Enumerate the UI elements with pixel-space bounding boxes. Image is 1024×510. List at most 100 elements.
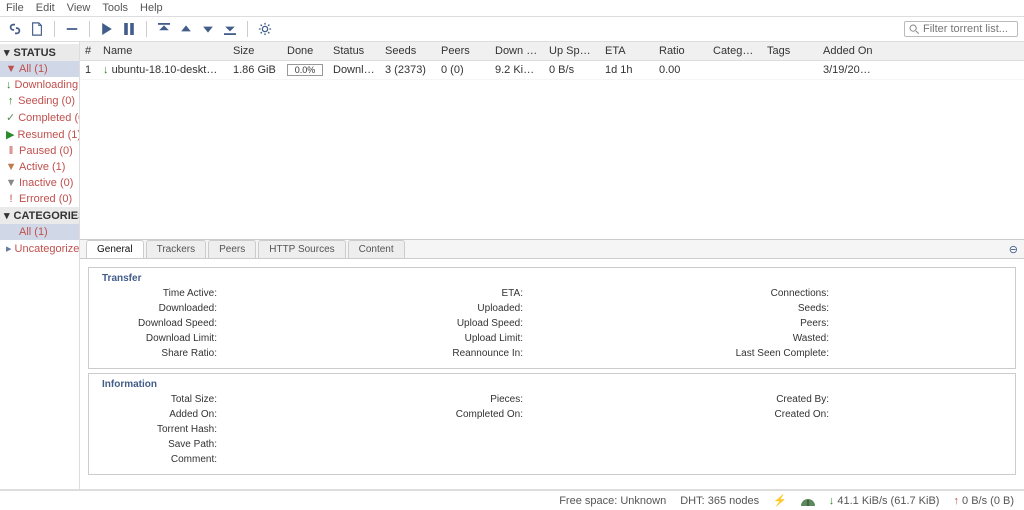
col-header-category[interactable]: Category xyxy=(708,42,762,60)
menu-file[interactable]: File xyxy=(6,2,24,14)
toolbar xyxy=(0,17,1024,42)
col-header-seeds[interactable]: Seeds xyxy=(380,42,436,60)
status-filter-label: Resumed (1) xyxy=(17,129,80,141)
statusbar: Free space: Unknown DHT: 365 nodes ⚡ ↓ 4… xyxy=(0,490,1024,510)
sidebar-status-item[interactable]: !Errored (0) xyxy=(0,191,79,207)
preferences-button[interactable] xyxy=(256,20,274,38)
cell-name: ↓ ubuntu-18.10-desktop-amd64.iso xyxy=(98,61,228,79)
sidebar-status-item[interactable]: ▼All (1) xyxy=(0,61,79,77)
val-total-size xyxy=(225,394,395,406)
val-ul-limit xyxy=(531,333,701,345)
sidebar-header-categories[interactable]: ▾CATEGORIES xyxy=(0,207,79,224)
sidebar-header-status[interactable]: ▾STATUS xyxy=(0,44,79,61)
label-created-on: Created On: xyxy=(709,409,829,421)
menu-help[interactable]: Help xyxy=(140,2,163,14)
cell-seeds: 3 (2373) xyxy=(380,61,436,79)
resume-button[interactable] xyxy=(98,20,116,38)
col-header-added[interactable]: Added On xyxy=(818,42,880,60)
sidebar-status-item[interactable]: ✓Completed (0) xyxy=(0,109,79,126)
status-filter-icon: ↓ xyxy=(6,79,12,91)
val-save-path xyxy=(225,439,1007,451)
status-filter-label: Seeding (0) xyxy=(18,95,75,107)
search-input[interactable] xyxy=(923,23,1013,35)
add-torrent-file-button[interactable] xyxy=(28,20,46,38)
sidebar-category-item[interactable]: All (1) xyxy=(0,224,79,240)
label-seeds: Seeds: xyxy=(709,303,829,315)
col-header-index[interactable]: # xyxy=(80,42,98,60)
separator xyxy=(247,21,248,37)
status-filter-icon: ! xyxy=(6,193,16,205)
col-header-eta[interactable]: ETA xyxy=(600,42,654,60)
details-tabs: General Trackers Peers HTTP Sources Cont… xyxy=(80,240,1024,259)
sidebar-status-item[interactable]: ‖Paused (0) xyxy=(0,143,79,159)
col-header-size[interactable]: Size xyxy=(228,42,282,60)
status-filter-icon: ✓ xyxy=(6,111,15,124)
menu-view[interactable]: View xyxy=(67,2,91,14)
val-dl-speed xyxy=(225,318,395,330)
sidebar-status-item[interactable]: ▶Resumed (1) xyxy=(0,126,79,143)
transfer-fieldset: Transfer Time Active: ETA: Connections: … xyxy=(88,267,1016,369)
sidebar-category-item[interactable]: ▸Uncategorized (1) xyxy=(0,240,79,257)
move-down-button[interactable] xyxy=(199,20,217,38)
status-upload[interactable]: ↑ 0 B/s (0 B) xyxy=(953,495,1014,507)
tab-peers[interactable]: Peers xyxy=(208,240,256,258)
val-eta xyxy=(531,288,701,300)
status-download[interactable]: ↓ 41.1 KiB/s (61.7 KiB) xyxy=(829,495,940,507)
cell-added: 3/19/2019, 10... xyxy=(818,61,880,79)
label-uploaded: Uploaded: xyxy=(403,303,523,315)
col-header-downspeed[interactable]: Down Speed xyxy=(490,42,544,60)
connection-status-icon[interactable]: ⚡ xyxy=(773,494,787,507)
label-ul-speed: Upload Speed: xyxy=(403,318,523,330)
col-header-status[interactable]: Status xyxy=(328,42,380,60)
move-up-button[interactable] xyxy=(177,20,195,38)
label-connections: Connections: xyxy=(709,288,829,300)
tab-content[interactable]: Content xyxy=(348,240,405,258)
pause-button[interactable] xyxy=(120,20,138,38)
speed-limits-icon[interactable] xyxy=(801,496,815,506)
col-header-peers[interactable]: Peers xyxy=(436,42,490,60)
collapse-details-button[interactable]: ⊖ xyxy=(1003,243,1024,256)
label-last-seen: Last Seen Complete: xyxy=(709,348,829,360)
tab-general[interactable]: General xyxy=(86,240,144,258)
val-peers xyxy=(837,318,1007,330)
move-top-button[interactable] xyxy=(155,20,173,38)
val-reannounce xyxy=(531,348,701,360)
torrent-row[interactable]: 1 ↓ ubuntu-18.10-desktop-amd64.iso 1.86 … xyxy=(80,61,1024,80)
col-header-ratio[interactable]: Ratio xyxy=(654,42,708,60)
menu-edit[interactable]: Edit xyxy=(36,2,55,14)
information-legend: Information xyxy=(99,379,160,390)
sidebar-status-item[interactable]: ▼Active (1) xyxy=(0,159,79,175)
col-header-done[interactable]: Done xyxy=(282,42,328,60)
tab-trackers[interactable]: Trackers xyxy=(146,240,207,258)
col-header-upspeed[interactable]: Up Speed xyxy=(544,42,600,60)
label-share-ratio: Share Ratio: xyxy=(97,348,217,360)
sidebar-status-item[interactable]: ↑Seeding (0) xyxy=(0,93,79,109)
delete-button[interactable] xyxy=(63,20,81,38)
status-filter-label: Completed (0) xyxy=(18,112,80,124)
separator xyxy=(146,21,147,37)
torrent-grid-body: 1 ↓ ubuntu-18.10-desktop-amd64.iso 1.86 … xyxy=(80,61,1024,239)
col-header-name[interactable]: Name xyxy=(98,42,228,60)
label-eta: ETA: xyxy=(403,288,523,300)
status-filter-icon: ▶ xyxy=(6,128,14,141)
menu-tools[interactable]: Tools xyxy=(102,2,128,14)
add-torrent-link-button[interactable] xyxy=(6,20,24,38)
cell-eta: 1d 1h xyxy=(600,61,654,79)
status-filter-icon: ↑ xyxy=(6,95,15,107)
separator xyxy=(89,21,90,37)
cell-size: 1.86 GiB xyxy=(228,61,282,79)
sidebar-status-item[interactable]: ↓Downloading (1) xyxy=(0,77,79,93)
col-header-tags[interactable]: Tags xyxy=(762,42,818,60)
status-filter-label: Active (1) xyxy=(19,161,65,173)
torrent-grid-header: # Name Size Done Status Seeds Peers Down… xyxy=(80,42,1024,61)
information-fieldset: Information Total Size: Pieces: Created … xyxy=(88,373,1016,475)
cell-upspeed: 0 B/s xyxy=(544,61,600,79)
category-icon: ▸ xyxy=(6,242,12,255)
val-time-active xyxy=(225,288,395,300)
status-filter-icon: ▼ xyxy=(6,63,16,75)
search-box[interactable] xyxy=(904,21,1018,37)
val-downloaded xyxy=(225,303,395,315)
tab-http-sources[interactable]: HTTP Sources xyxy=(258,240,345,258)
move-bottom-button[interactable] xyxy=(221,20,239,38)
sidebar-status-item[interactable]: ▼Inactive (0) xyxy=(0,175,79,191)
